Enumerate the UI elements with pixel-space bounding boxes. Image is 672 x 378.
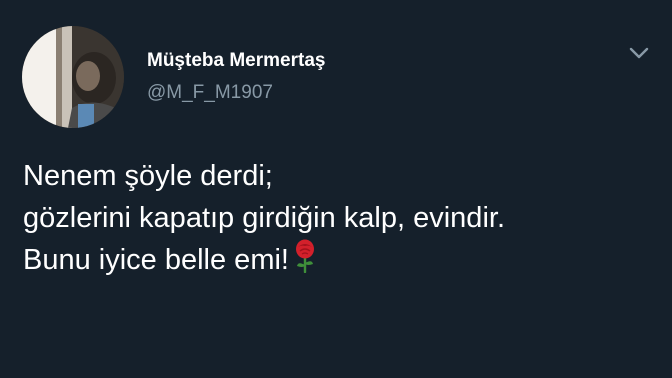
profile-photo [22, 26, 124, 128]
tweet-line-3: Bunu iyice belle emi! [23, 239, 505, 285]
tweet-line-2: gözlerini kapatıp girdiğin kalp, evindir… [23, 202, 505, 234]
tweet-text: Nenem şöyle derdi; gözlerini kapatıp gir… [23, 155, 505, 285]
tweet-line-3-text: Bunu iyice belle emi! [23, 244, 289, 276]
author-handle[interactable]: @M_F_M1907 [147, 82, 273, 104]
avatar[interactable] [22, 26, 124, 128]
tweet-card: Müşteba Mermertaş @M_F_M1907 Nenem şöyle… [0, 0, 672, 378]
tweet-line-1: Nenem şöyle derdi; [23, 160, 273, 192]
chevron-down-icon[interactable] [626, 42, 652, 64]
rose-icon [292, 239, 318, 285]
author-display-name[interactable]: Müşteba Mermertaş [147, 50, 325, 72]
